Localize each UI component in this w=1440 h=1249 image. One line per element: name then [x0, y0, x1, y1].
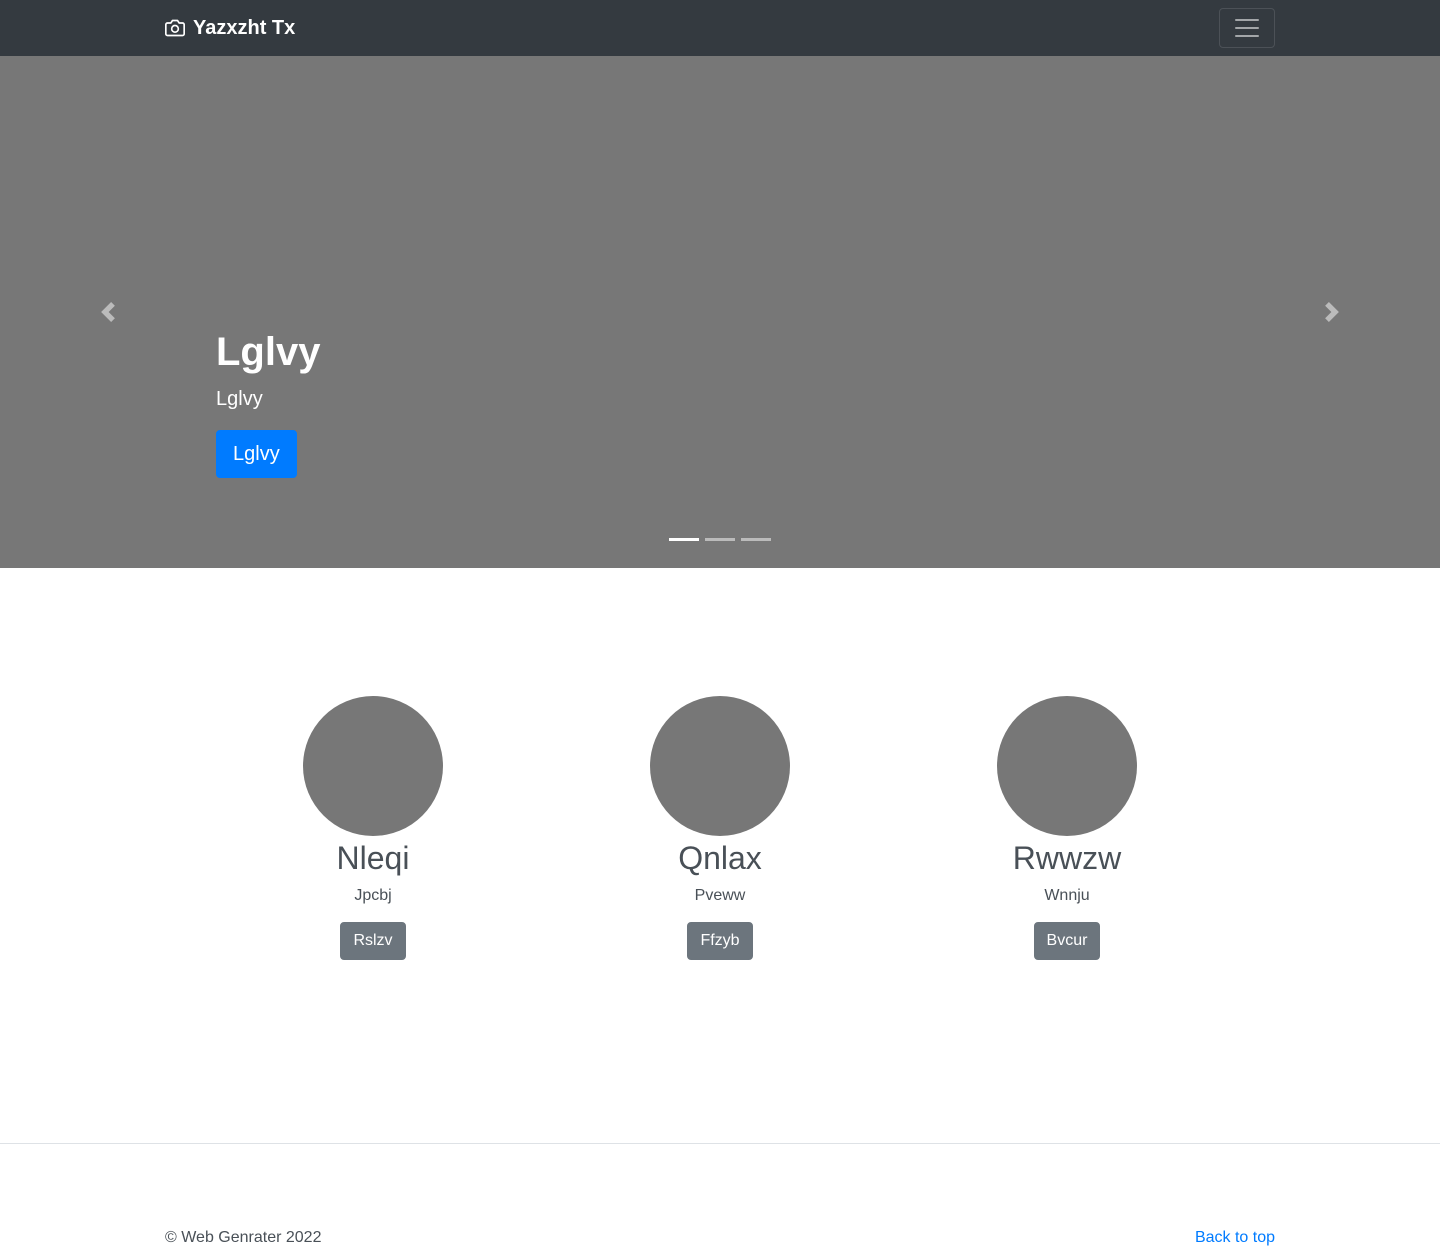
carousel-next-button[interactable] — [1224, 56, 1440, 568]
feature-column: Nleqi Jpcbj Rslzv — [243, 696, 503, 960]
carousel-indicator-1[interactable] — [669, 538, 699, 541]
feature-title: Rwwzw — [1012, 840, 1122, 876]
navbar: Yazxzht Tx — [0, 0, 1440, 56]
navbar-toggle-button[interactable] — [1219, 8, 1275, 48]
carousel-caption: Lglvy Lglvy Lglvy — [216, 328, 320, 478]
feature-text: Wnnju — [1044, 887, 1090, 904]
carousel-text: Lglvy — [216, 388, 263, 410]
hamburger-menu-icon — [1235, 19, 1259, 37]
carousel-indicators — [669, 538, 771, 541]
carousel-cta-button[interactable]: Lglvy — [216, 430, 297, 478]
avatar-placeholder — [650, 696, 790, 836]
chevron-left-icon — [101, 302, 115, 322]
feature-details-button[interactable]: Rslzv — [340, 922, 406, 960]
avatar-placeholder — [303, 696, 443, 836]
brand-name: Yazxzht Tx — [193, 17, 296, 39]
footer-copyright: © Web Genrater 2022 — [165, 1229, 322, 1246]
camera-icon — [165, 18, 185, 38]
feature-text: Jpcbj — [354, 887, 392, 904]
carousel-indicator-2[interactable] — [705, 538, 735, 541]
footer-divider — [0, 1143, 1440, 1144]
avatar-placeholder — [997, 696, 1137, 836]
feature-column: Rwwzw Wnnju Bvcur — [937, 696, 1197, 960]
feature-details-button[interactable]: Ffzyb — [687, 922, 753, 960]
brand-link[interactable]: Yazxzht Tx — [165, 15, 295, 41]
feature-title: Qnlax — [678, 840, 762, 876]
feature-title: Nleqi — [336, 840, 410, 876]
feature-details-button[interactable]: Bvcur — [1033, 922, 1101, 960]
carousel-title: Lglvy — [216, 330, 321, 374]
chevron-right-icon — [1325, 302, 1339, 322]
back-to-top-link[interactable]: Back to top — [1195, 1226, 1275, 1249]
feature-column: Qnlax Pveww Ffzyb — [590, 696, 850, 960]
hero-carousel: Lglvy Lglvy Lglvy — [0, 56, 1440, 568]
carousel-prev-button[interactable] — [0, 56, 216, 568]
feature-text: Pveww — [694, 887, 746, 904]
carousel-indicator-3[interactable] — [741, 538, 771, 541]
